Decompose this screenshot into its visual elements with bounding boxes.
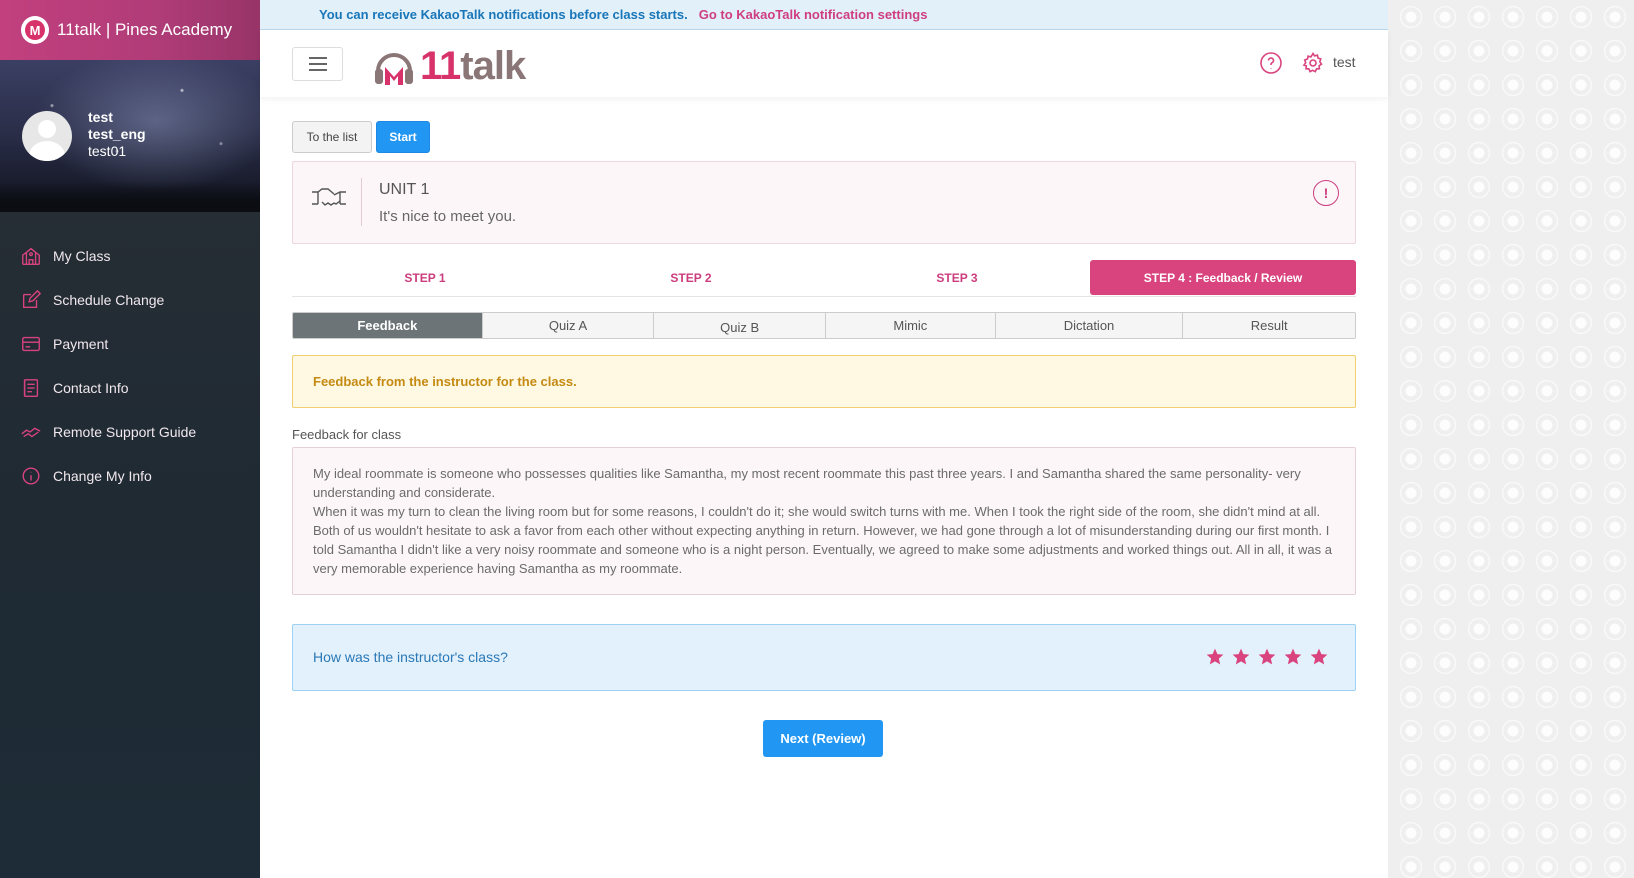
kakaotalk-settings-link[interactable]: Go to KakaoTalk notification settings: [699, 7, 928, 22]
unit-subtitle: It's nice to meet you.: [379, 208, 517, 225]
to-the-list-button[interactable]: To the list: [292, 121, 372, 153]
gear-icon[interactable]: [1301, 51, 1325, 75]
user-name[interactable]: test: [1333, 54, 1356, 70]
star-rating[interactable]: [1205, 647, 1329, 667]
credit-card-icon: [20, 333, 42, 355]
unit-info-icon[interactable]: !: [1313, 180, 1339, 206]
star-icon[interactable]: [1231, 647, 1251, 667]
sidebar-item-label: Change My Info: [53, 468, 152, 484]
sidebar-item-contact-info[interactable]: Contact Info: [0, 366, 260, 410]
brand-title: 11talk | Pines Academy: [57, 20, 233, 39]
tab-step-1[interactable]: STEP 1: [292, 260, 558, 296]
sidebar-item-change-my-info[interactable]: Change My Info: [0, 454, 260, 498]
sidebar-menu: My Class Schedule Change Payment Contact…: [0, 212, 260, 498]
tab-feedback[interactable]: Feedback: [293, 313, 483, 338]
menu-toggle-button[interactable]: [292, 47, 343, 81]
tab-step-2[interactable]: STEP 2: [558, 260, 824, 296]
feedback-alert: Feedback from the instructor for the cla…: [292, 355, 1356, 408]
tab-dictation[interactable]: Dictation: [996, 313, 1184, 338]
tab-mimic[interactable]: Mimic: [826, 313, 996, 338]
avatar: [22, 111, 72, 161]
star-icon[interactable]: [1205, 647, 1225, 667]
tab-step-4[interactable]: STEP 4 : Feedback / Review: [1090, 260, 1356, 295]
start-button[interactable]: Start: [376, 121, 430, 153]
tab-quiz-a[interactable]: Quiz A: [483, 313, 655, 338]
logo-word: talk: [460, 44, 526, 88]
sidebar-item-my-class[interactable]: My Class: [0, 234, 260, 278]
notification-banner: You can receive KakaoTalk notifications …: [260, 0, 1388, 30]
sidebar-item-payment[interactable]: Payment: [0, 322, 260, 366]
profile-id: test01: [88, 143, 127, 159]
sidebar-item-remote-support[interactable]: Remote Support Guide: [0, 410, 260, 454]
sidebar: M 11talk | Pines Academy test test_eng t…: [0, 0, 260, 878]
sidebar-item-label: Remote Support Guide: [53, 424, 197, 440]
sidebar-item-label: Schedule Change: [53, 292, 165, 308]
brand-logo-icon: M: [21, 16, 49, 44]
profile-name: test: [88, 109, 113, 125]
feedback-label: Feedback for class: [292, 427, 402, 442]
sub-tabs: Feedback Quiz A Quiz B Mimic Dictation R…: [292, 312, 1356, 339]
handshake-icon: [20, 421, 42, 443]
handshake-icon: [312, 188, 346, 206]
rating-panel: How was the instructor's class?: [292, 624, 1356, 691]
profile-nickname: test_eng: [88, 126, 146, 142]
book-icon: [20, 377, 42, 399]
tab-quiz-b[interactable]: Quiz B: [654, 313, 826, 338]
star-icon[interactable]: [1283, 647, 1303, 667]
main-panel: You can receive KakaoTalk notifications …: [260, 0, 1388, 878]
tab-result[interactable]: Result: [1183, 313, 1355, 338]
sidebar-item-schedule-change[interactable]: Schedule Change: [0, 278, 260, 322]
logo-number: 11: [420, 44, 461, 88]
info-icon: [20, 465, 42, 487]
sidebar-item-label: My Class: [53, 248, 111, 264]
school-icon: [20, 245, 42, 267]
feedback-text: My ideal roommate is someone who possess…: [292, 447, 1356, 595]
top-bar: 11talk test: [260, 30, 1388, 97]
step-tabs: STEP 1 STEP 2 STEP 3 STEP 4 : Feedback /…: [292, 260, 1356, 297]
unit-title: UNIT 1: [379, 181, 430, 198]
next-review-button[interactable]: Next (Review): [763, 720, 883, 757]
star-icon[interactable]: [1257, 647, 1277, 667]
edit-icon: [20, 289, 42, 311]
headphones-logo-icon: [375, 52, 413, 85]
app-logo[interactable]: 11talk: [372, 44, 526, 89]
star-icon[interactable]: [1309, 647, 1329, 667]
sidebar-brand[interactable]: M 11talk | Pines Academy: [0, 0, 260, 60]
notice-message: You can receive KakaoTalk notifications …: [319, 7, 688, 22]
help-icon[interactable]: [1259, 51, 1283, 75]
unit-card: UNIT 1 It's nice to meet you. !: [292, 161, 1356, 244]
rating-question: How was the instructor's class?: [313, 649, 508, 665]
tab-step-3[interactable]: STEP 3: [824, 260, 1090, 296]
sidebar-item-label: Contact Info: [53, 380, 129, 396]
profile-card: test test_eng test01: [0, 60, 260, 212]
sidebar-item-label: Payment: [53, 336, 109, 352]
